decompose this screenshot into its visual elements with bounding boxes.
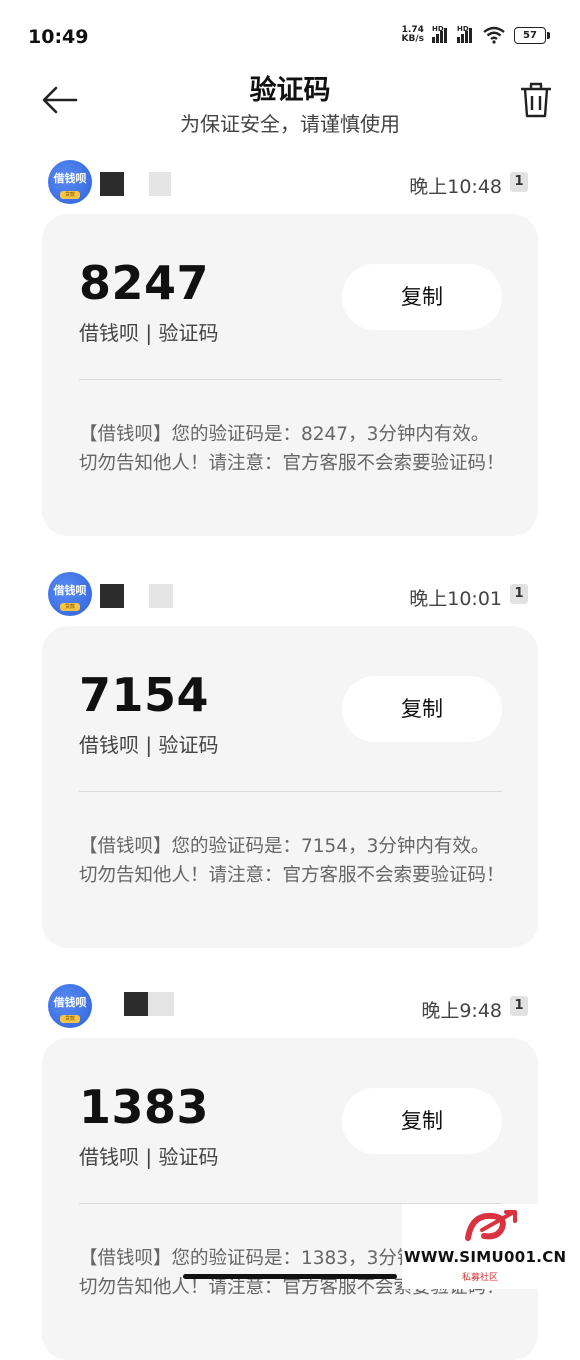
redacted-sender-name xyxy=(124,992,148,1016)
page-title: 验证码 xyxy=(249,75,331,106)
watermark-site: WWW.SIMU001.CN xyxy=(404,1248,567,1266)
redacted-sender-name xyxy=(149,172,171,196)
message-body: 【借钱呗】您的验证码是：7154，3分钟内有效。切勿告知他人！请注意：官方客服不… xyxy=(79,836,505,886)
code-card[interactable]: 8247 借钱呗 | 验证码 复制 【借钱呗】您的验证码是：8247，3分钟内有… xyxy=(42,214,538,536)
signal-icon-sim2: HD xyxy=(457,24,472,43)
signal-icon-sim1: HD xyxy=(432,24,447,43)
redacted-sender-name xyxy=(100,584,124,608)
avatar[interactable]: 借钱呗 贷款 xyxy=(48,572,92,616)
avatar[interactable]: 借钱呗 贷款 xyxy=(48,984,92,1028)
count-badge: 1 xyxy=(510,584,528,604)
gesture-nav-handle[interactable] xyxy=(183,1274,397,1279)
divider xyxy=(79,791,502,792)
delete-button[interactable] xyxy=(518,80,554,120)
page-subtitle: 为保证安全，请谨慎使用 xyxy=(180,112,400,136)
avatar[interactable]: 借钱呗 贷款 xyxy=(48,160,92,204)
code-source: 借钱呗 | 验证码 xyxy=(79,321,219,345)
message-meta: 借钱呗 贷款 晚上9:48 1 xyxy=(48,984,532,1028)
hd-label: HD xyxy=(457,24,469,33)
copy-button[interactable]: 复制 xyxy=(342,264,502,330)
message-time: 晚上9:48 xyxy=(421,1000,502,1022)
status-bar: 10:49 1.74 KB/s HD HD 57 xyxy=(0,0,580,72)
watermark: WWW.SIMU001.CN 私募社区 xyxy=(402,1204,580,1289)
verification-code: 1383 xyxy=(79,1080,210,1134)
copy-button[interactable]: 复制 xyxy=(342,1088,502,1154)
message-meta: 借钱呗 贷款 晚上10:48 1 xyxy=(48,160,532,204)
count-badge: 1 xyxy=(510,996,528,1016)
watermark-logo-icon xyxy=(465,1210,517,1241)
status-time: 10:49 xyxy=(28,26,89,48)
divider xyxy=(79,379,502,380)
wifi-icon xyxy=(483,26,505,44)
code-source: 借钱呗 | 验证码 xyxy=(79,1145,219,1169)
avatar-logo-subtext: 贷款 xyxy=(60,191,80,199)
verification-code: 7154 xyxy=(79,668,210,722)
avatar-logo-text: 借钱呗 xyxy=(53,172,87,185)
message-body: 【借钱呗】您的验证码是：8247，3分钟内有效。切勿告知他人！请注意：官方客服不… xyxy=(79,424,505,474)
avatar-logo-subtext: 贷款 xyxy=(60,603,80,611)
avatar-logo-text: 借钱呗 xyxy=(53,996,87,1009)
network-speed: 1.74 KB/s xyxy=(402,26,424,44)
code-card[interactable]: 7154 借钱呗 | 验证码 复制 【借钱呗】您的验证码是：7154，3分钟内有… xyxy=(42,626,538,948)
hd-label: HD xyxy=(432,24,444,33)
count-badge: 1 xyxy=(510,172,528,192)
battery-icon: 57 xyxy=(514,26,550,44)
header: 验证码 为保证安全，请谨慎使用 xyxy=(0,66,580,146)
redacted-sender-name xyxy=(148,992,174,1016)
network-speed-unit: KB/s xyxy=(401,34,424,44)
status-icons: 1.74 KB/s HD HD 57 xyxy=(402,24,550,44)
message-time: 晚上10:01 xyxy=(409,588,502,610)
code-card[interactable]: 1383 借钱呗 | 验证码 复制 【借钱呗】您的验证码是：1383，3分钟内有… xyxy=(42,1038,538,1360)
avatar-logo-subtext: 贷款 xyxy=(60,1015,80,1023)
verification-code: 8247 xyxy=(79,256,210,310)
copy-button[interactable]: 复制 xyxy=(342,676,502,742)
avatar-logo-text: 借钱呗 xyxy=(53,584,87,597)
trash-icon xyxy=(521,82,551,118)
message-meta: 借钱呗 贷款 晚上10:01 1 xyxy=(48,572,532,616)
redacted-sender-name xyxy=(100,172,124,196)
code-source: 借钱呗 | 验证码 xyxy=(79,733,219,757)
message-time: 晚上10:48 xyxy=(409,176,502,198)
redacted-sender-name xyxy=(149,584,173,608)
watermark-label: 私募社区 xyxy=(462,1273,499,1283)
